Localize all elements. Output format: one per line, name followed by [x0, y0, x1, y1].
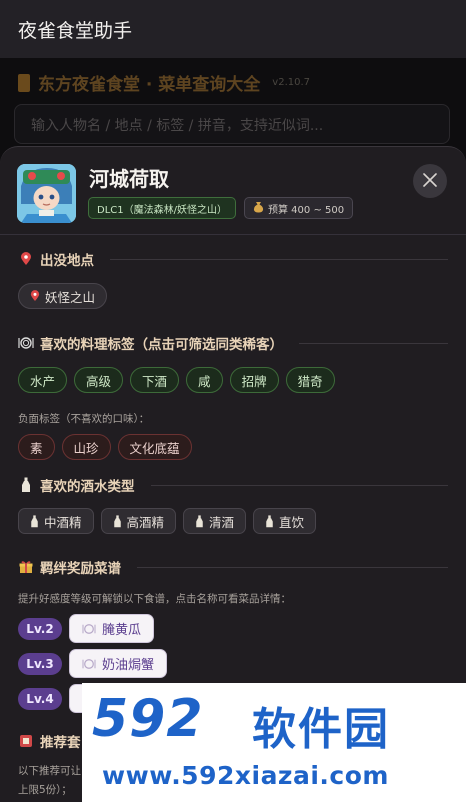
negative-tag-chip[interactable]: 素	[18, 434, 55, 460]
positive-tag-chips: 水产 高级 下酒 咸 招牌 猎奇	[18, 367, 448, 393]
divider	[299, 342, 448, 344]
negative-tag-chip[interactable]: 山珍	[61, 434, 111, 460]
reward-row: Lv.3 奶油焗蟹	[18, 649, 448, 678]
negative-tags-label: 负面标签（不喜欢的口味）：	[18, 413, 150, 425]
location-title: 出没地点	[40, 253, 94, 269]
budget-badge: 预算 400 ~ 500	[244, 197, 354, 219]
positive-tag-chip[interactable]: 咸	[186, 367, 223, 393]
rewards-description: 提升好感度等级可解锁以下食谱，点击名称可看菜品详情：	[18, 593, 291, 605]
positive-tag-chip[interactable]: 招牌	[229, 367, 279, 393]
reward-dish-name: 腌黄瓜	[102, 623, 142, 638]
drinks-title: 喜欢的酒水类型	[40, 479, 135, 495]
level-badge: Lv.2	[18, 617, 62, 640]
page-title: 东方夜雀食堂 · 菜单查询大全	[38, 75, 261, 95]
rewards-title: 羁绊奖励菜谱	[40, 561, 121, 577]
budget-text: 预算 400 ~ 500	[268, 204, 345, 216]
bottle-icon	[196, 514, 203, 527]
positive-tag-chip[interactable]: 猎奇	[285, 367, 335, 393]
watermark-url: www.592xiazai.com	[102, 761, 389, 790]
plate-icon	[82, 658, 96, 669]
drinks-title-row: 喜欢的酒水类型	[18, 475, 448, 495]
recommend-title: 推荐套	[40, 735, 81, 751]
avatar	[17, 164, 76, 223]
drink-chip-label: 高酒精	[126, 514, 165, 530]
drink-chip[interactable]: 直饮	[253, 508, 317, 534]
location-title-row: 出没地点	[18, 249, 448, 269]
version-label: v2.10.7	[272, 77, 311, 88]
reward-dish-button[interactable]: 奶油焗蟹	[69, 649, 168, 678]
plate-icon	[18, 335, 34, 351]
close-icon	[423, 172, 437, 191]
likes-title: 喜欢的料理标签（点击可筛选同类稀客）	[40, 337, 283, 353]
level-badge: Lv.4	[18, 687, 62, 710]
pin-icon	[18, 251, 34, 267]
level-badge: Lv.3	[18, 652, 62, 675]
app-bar: 夜雀食堂助手	[0, 0, 466, 58]
drinks-section: 喜欢的酒水类型 中酒精 高酒精 清酒 直饮	[18, 475, 448, 534]
divider	[110, 258, 448, 260]
location-section: 出没地点 妖怪之山	[18, 249, 448, 309]
pin-icon	[30, 290, 40, 301]
watermark: 592 软件园 www.592xiazai.com	[82, 683, 466, 802]
reward-row: Lv.2 腌黄瓜	[18, 614, 448, 643]
page-header: 东方夜雀食堂 · 菜单查询大全 v2.10.7	[18, 70, 310, 95]
book-icon	[18, 73, 30, 92]
negative-tag-chip[interactable]: 文化底蕴	[117, 434, 192, 460]
reward-dish-name: 奶油焗蟹	[102, 658, 155, 673]
drink-chip-label: 直饮	[279, 514, 305, 530]
money-bag-icon	[253, 201, 264, 216]
positive-tag-chip[interactable]: 下酒	[130, 367, 180, 393]
location-chip-label: 妖怪之山	[45, 289, 96, 305]
bottle-icon	[266, 514, 273, 527]
watermark-digits: 592	[92, 689, 204, 749]
negative-tag-chips: 素 山珍 文化底蕴	[18, 434, 448, 460]
drink-chip[interactable]: 中酒精	[18, 508, 94, 534]
bottle-icon	[31, 514, 38, 527]
character-name: 河城荷取	[89, 167, 169, 191]
dlc-badge: DLC1（魔法森林/妖怪之山）	[88, 197, 236, 219]
drink-chip[interactable]: 高酒精	[100, 508, 177, 534]
drink-chip-label: 中酒精	[44, 514, 82, 530]
likes-title-row: 喜欢的料理标签（点击可筛选同类稀客）	[18, 333, 448, 353]
location-chips: 妖怪之山	[18, 283, 448, 309]
recommend-icon	[18, 733, 34, 749]
app-title: 夜雀食堂助手	[18, 19, 133, 42]
bottle-icon	[113, 514, 121, 527]
plate-icon	[82, 623, 96, 634]
reward-dish-button[interactable]: 腌黄瓜	[69, 614, 155, 643]
bottle-icon	[18, 477, 34, 493]
sheet-header: 河城荷取 DLC1（魔法森林/妖怪之山） 预算 400 ~ 500	[0, 147, 466, 235]
rewards-title-row: 羁绊奖励菜谱	[18, 557, 448, 577]
positive-tag-chip[interactable]: 水产	[18, 367, 68, 393]
positive-tag-chip[interactable]: 高级	[74, 367, 124, 393]
likes-section: 喜欢的料理标签（点击可筛选同类稀客） 水产 高级 下酒 咸 招牌 猎奇 负面标签…	[18, 333, 448, 460]
location-chip[interactable]: 妖怪之山	[18, 283, 108, 309]
drink-chip-label: 清酒	[209, 514, 235, 530]
background-page: 东方夜雀食堂 · 菜单查询大全 v2.10.7 输入人物名 / 地点 / 标签 …	[0, 58, 466, 158]
divider	[150, 484, 448, 486]
gift-icon	[18, 559, 34, 575]
divider	[137, 566, 448, 568]
drink-chips: 中酒精 高酒精 清酒 直饮	[18, 508, 448, 534]
close-button[interactable]	[413, 164, 447, 198]
drink-chip[interactable]: 清酒	[183, 508, 247, 534]
search-input[interactable]: 输入人物名 / 地点 / 标签 / 拼音，支持近似词...	[14, 104, 450, 144]
watermark-text: 软件园	[252, 704, 390, 755]
